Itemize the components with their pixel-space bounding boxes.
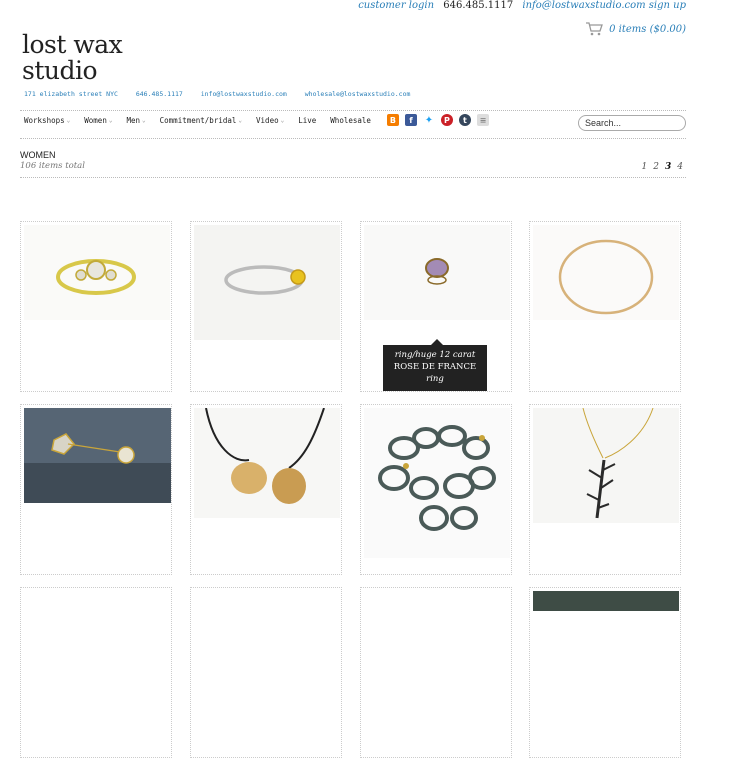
diamond-three-stone-ring-image[interactable] xyxy=(24,225,170,320)
nav-men-label: Men xyxy=(126,115,141,125)
header-phone: 646.485.1117 xyxy=(443,0,514,11)
cart-link[interactable]: 0 items ($0.00) xyxy=(585,22,686,36)
chevron-down-icon: ⌄ xyxy=(108,116,113,124)
cart-icon xyxy=(585,22,603,36)
product-tooltip: ring/huge 12 carat ROSE DE FRANCE ring xyxy=(383,339,487,391)
info-email-link[interactable]: info@lostwaxstudio.com xyxy=(201,90,287,98)
divider xyxy=(20,177,686,178)
nav-women[interactable]: Women ⌄ xyxy=(84,116,112,125)
gold-cone-pendant-cord-image[interactable] xyxy=(194,407,340,518)
tooltip-line-3: ring xyxy=(426,374,444,384)
page-link[interactable]: 1 xyxy=(642,162,648,172)
yellow-stone-silver-ring-image[interactable] xyxy=(194,225,340,340)
rss-feed-icon[interactable]: ≡ xyxy=(476,114,489,126)
chevron-down-icon: ⌄ xyxy=(66,116,71,124)
site-logo[interactable]: lost wax studio xyxy=(22,30,123,85)
pinterest-icon[interactable]: P xyxy=(440,114,453,126)
search-input[interactable]: Search... xyxy=(578,115,686,131)
nav-live[interactable]: Live xyxy=(298,116,316,125)
tooltip-line-1: ring/huge 12 carat xyxy=(394,350,476,360)
oxidized-chain-necklace-image[interactable] xyxy=(364,408,510,558)
divider xyxy=(20,110,686,111)
tooltip-line-2: ROSE DE FRANCE xyxy=(393,362,477,372)
product-card[interactable] xyxy=(20,404,172,575)
product-card[interactable] xyxy=(529,404,681,575)
product-card[interactable] xyxy=(190,587,342,758)
rough-diamond-pearl-studs-image[interactable] xyxy=(24,408,171,503)
product-card[interactable] xyxy=(360,587,512,758)
page-link[interactable]: 2 xyxy=(653,162,659,172)
gold-bangle-image[interactable] xyxy=(533,225,679,320)
category-title: WOMEN xyxy=(20,150,56,160)
email-signup-link[interactable]: info@lostwaxstudio.com sign up xyxy=(522,0,686,11)
product-card[interactable] xyxy=(20,221,172,392)
top-links: customer login 646.485.1117 info@lostwax… xyxy=(358,0,686,11)
nav-workshops-label: Workshops xyxy=(24,115,65,125)
rose-de-france-ring-image[interactable] xyxy=(364,225,510,320)
nav-wholesale-label: Wholesale xyxy=(330,115,371,125)
store-phone: 646.485.1117 xyxy=(135,90,183,98)
page-current[interactable]: 3 xyxy=(665,162,671,172)
blogger-icon[interactable]: B xyxy=(386,114,399,126)
nav-commitment-label: Commitment/bridal xyxy=(159,115,237,125)
item-count: 106 items total xyxy=(20,161,85,171)
chevron-down-icon: ⌄ xyxy=(280,116,285,124)
nav-video-label: Video xyxy=(256,115,279,125)
cart-summary: 0 items ($0.00) xyxy=(609,23,686,35)
nav-commitment-bridal[interactable]: Commitment/bridal ⌄ xyxy=(160,116,242,125)
product-card[interactable] xyxy=(360,404,512,575)
product-card[interactable] xyxy=(529,221,681,392)
chevron-down-icon: ⌄ xyxy=(142,116,146,124)
branch-pendant-necklace-image[interactable] xyxy=(533,407,679,523)
twitter-icon[interactable]: ✦ xyxy=(422,114,435,126)
logo-line-2: studio xyxy=(22,56,98,85)
nav-video[interactable]: Video ⌄ xyxy=(256,116,284,125)
product-card[interactable] xyxy=(190,221,342,392)
chevron-down-icon: ⌄ xyxy=(238,116,243,124)
main-nav: Workshops ⌄ Women ⌄ Men ⌄ Commitment/bridal… xyxy=(24,114,489,126)
social-icons: B f ✦ P t ≡ xyxy=(386,114,489,126)
divider xyxy=(20,138,686,139)
nav-women-label: Women xyxy=(84,115,107,125)
store-address: 171 elizabeth street NYC xyxy=(24,90,118,98)
address-bar: 171 elizabeth street NYC 646.485.1117 in… xyxy=(24,90,410,98)
product-card[interactable] xyxy=(529,587,681,758)
facebook-icon[interactable]: f xyxy=(404,114,417,126)
nav-workshops[interactable]: Workshops ⌄ xyxy=(24,116,70,125)
tumblr-icon[interactable]: t xyxy=(458,114,471,126)
logo-line-1: lost wax xyxy=(22,30,123,59)
nav-men[interactable]: Men ⌄ xyxy=(126,116,145,125)
page-link[interactable]: 4 xyxy=(677,162,683,172)
product-card[interactable] xyxy=(20,587,172,758)
customer-login-link[interactable]: customer login xyxy=(358,0,434,11)
nav-wholesale[interactable]: Wholesale xyxy=(330,116,371,125)
product-card[interactable] xyxy=(190,404,342,575)
product-image-partial[interactable] xyxy=(533,591,679,611)
wholesale-email-link[interactable]: wholesale@lostwaxstudio.com xyxy=(305,90,411,98)
nav-live-label: Live xyxy=(298,115,317,125)
pagination: 1 2 3 4 xyxy=(642,162,683,172)
